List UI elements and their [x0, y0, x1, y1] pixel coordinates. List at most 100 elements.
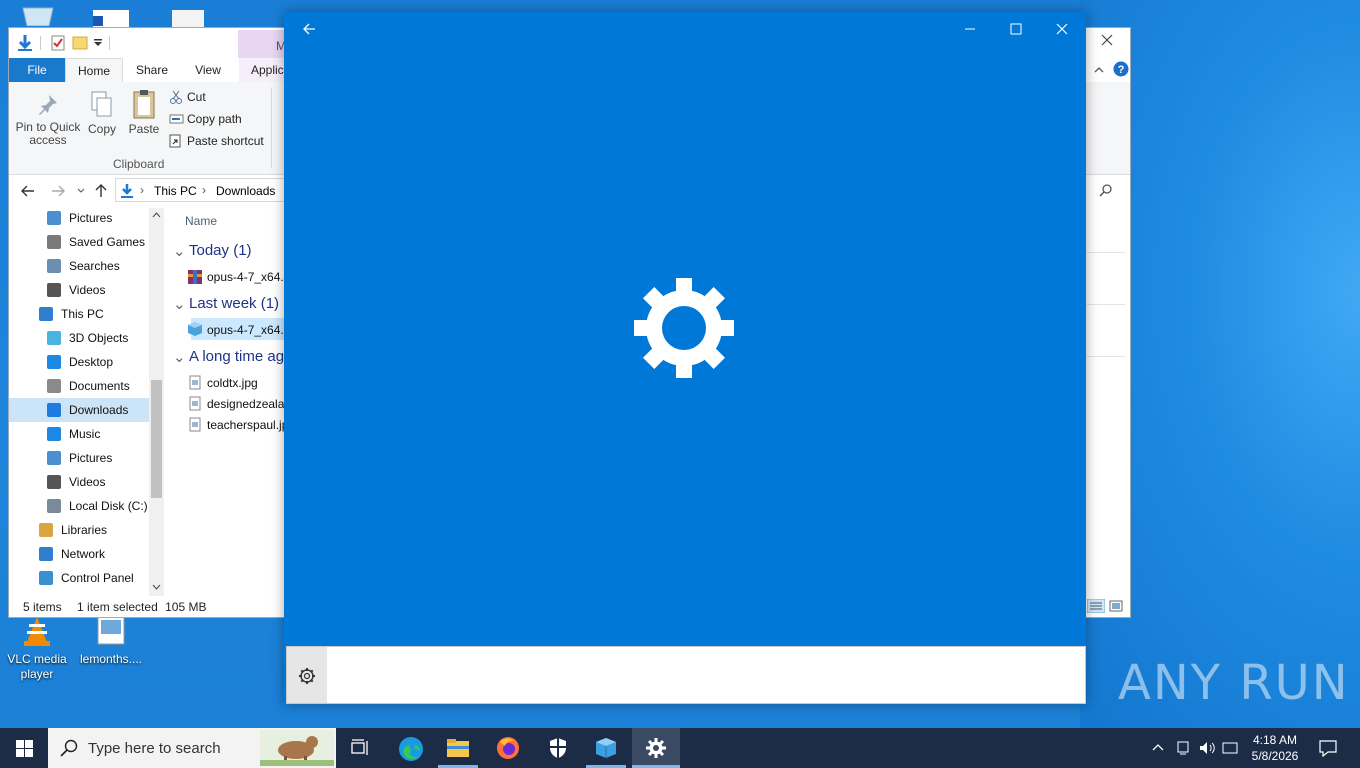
sidebar-item[interactable]: Desktop — [9, 350, 149, 374]
image-file-icon — [189, 375, 201, 390]
folder-icon — [47, 427, 61, 441]
desktop-icon-doc2[interactable] — [168, 8, 208, 28]
nav-scrollbar[interactable] — [149, 208, 164, 596]
desktop-icon-recycle[interactable] — [16, 2, 60, 27]
list-item[interactable]: designedzealand.jpg — [189, 396, 285, 411]
maximize-icon[interactable] — [1010, 23, 1022, 35]
task-view-button[interactable] — [336, 728, 384, 768]
list-item[interactable]: teacherspaul.jpg — [189, 417, 285, 432]
sidebar-item-label: Videos — [69, 283, 106, 297]
sidebar-item-label: Searches — [69, 259, 120, 273]
search-icon[interactable] — [1099, 183, 1113, 197]
column-header-name[interactable]: Name — [185, 214, 217, 228]
network-icon[interactable] — [1176, 740, 1190, 756]
desktop-icon-file[interactable]: lemonths.... — [76, 614, 146, 667]
sidebar-item-label: Desktop — [69, 355, 114, 369]
sidebar-item[interactable]: Control Panel — [9, 566, 149, 590]
sidebar-item[interactable]: Videos — [9, 278, 149, 302]
message-icon[interactable] — [1222, 740, 1238, 756]
taskbar-installer[interactable] — [582, 728, 630, 768]
settings-app-tile[interactable] — [287, 647, 327, 703]
desktop-icon-vlc[interactable]: VLC media player — [2, 614, 72, 682]
sidebar-item[interactable]: Videos — [9, 470, 149, 494]
paste-button[interactable]: Paste — [127, 88, 161, 136]
tab-application-tools[interactable]: Applic — [239, 58, 289, 82]
taskbar-search-box[interactable]: Type here to search — [48, 728, 336, 768]
collapse-ribbon-icon[interactable] — [1093, 64, 1105, 76]
sidebar-item[interactable]: Documents — [9, 374, 149, 398]
sidebar-item[interactable]: Network — [9, 542, 149, 566]
sidebar-item-label: Saved Games — [69, 235, 146, 249]
pin-quick-access-button[interactable]: Pin to Quick access — [15, 92, 81, 147]
details-view-icon[interactable] — [1087, 599, 1105, 613]
chevron-up-icon[interactable] — [1152, 743, 1164, 751]
sidebar-item[interactable]: Pictures — [9, 206, 149, 230]
tab-home[interactable]: Home — [65, 58, 123, 83]
properties-icon[interactable] — [51, 35, 65, 51]
taskbar-security[interactable] — [534, 728, 582, 768]
download-arrow-icon[interactable] — [17, 34, 33, 52]
sidebar-item[interactable]: Local Disk (C:) — [9, 494, 149, 518]
paste-shortcut-button[interactable]: Paste shortcut — [169, 134, 264, 148]
sidebar-item[interactable]: 3D Objects — [9, 326, 149, 350]
taskbar-settings[interactable] — [632, 728, 680, 768]
start-button[interactable] — [0, 728, 48, 768]
minimize-icon[interactable] — [964, 23, 976, 35]
sidebar-item[interactable]: Saved Games — [9, 230, 149, 254]
status-item-count: 5 items — [23, 600, 62, 614]
sidebar-item[interactable]: Downloads — [9, 398, 149, 422]
list-item[interactable]: coldtx.jpg — [189, 375, 258, 390]
taskbar-firefox[interactable] — [484, 728, 532, 768]
scroll-up-icon[interactable] — [152, 212, 161, 218]
folder-icon — [47, 331, 61, 345]
back-arrow-icon[interactable] — [21, 185, 35, 197]
status-bar: 5 items 1 item selected 105 MB — [23, 600, 206, 614]
clock[interactable]: 4:18 AM 5/8/2026 — [1246, 732, 1304, 764]
tab-view[interactable]: View — [181, 58, 235, 82]
forward-arrow-icon[interactable] — [51, 185, 65, 197]
svg-text:?: ? — [1118, 64, 1125, 76]
up-arrow-icon[interactable] — [95, 184, 107, 198]
close-icon[interactable] — [1056, 23, 1068, 35]
tab-file[interactable]: File — [9, 58, 65, 82]
sidebar-item[interactable]: Music — [9, 422, 149, 446]
folder-icon — [47, 451, 61, 465]
scrollbar-thumb[interactable] — [151, 380, 162, 498]
copy-path-button[interactable]: Copy path — [169, 112, 242, 126]
scroll-down-icon[interactable] — [152, 584, 161, 590]
volume-icon[interactable] — [1198, 740, 1216, 756]
cut-button[interactable]: Cut — [170, 90, 206, 104]
tab-share[interactable]: Share — [125, 58, 179, 82]
sidebar-item[interactable]: Searches — [9, 254, 149, 278]
breadcrumb-this-pc[interactable]: This PC — [154, 184, 197, 198]
customize-qat-icon[interactable] — [93, 38, 103, 48]
back-arrow-icon[interactable] — [302, 22, 316, 36]
close-icon[interactable] — [1101, 34, 1113, 46]
notifications-icon[interactable] — [1319, 740, 1337, 757]
help-icon[interactable]: ? — [1113, 61, 1129, 77]
package-icon — [596, 738, 616, 758]
taskbar: Type here to search 4:18 AM 5/8/2026 — [0, 728, 1360, 768]
desktop-icon-doc[interactable] — [90, 8, 130, 28]
new-folder-icon[interactable] — [72, 35, 88, 50]
breadcrumb-downloads[interactable]: Downloads — [216, 184, 275, 198]
taskbar-file-explorer[interactable] — [434, 728, 482, 768]
folder-icon — [39, 547, 53, 561]
folder-icon — [47, 499, 61, 513]
list-item[interactable]: opus-4-7_x64.exe — [188, 322, 285, 337]
sidebar-item[interactable]: Libraries — [9, 518, 149, 542]
copy-label: Copy — [87, 122, 116, 136]
large-icons-view-icon[interactable] — [1109, 600, 1123, 612]
group-last-week[interactable]: ⌄ Last week (1) — [173, 295, 279, 313]
group-today[interactable]: ⌄ Today (1) — [173, 242, 252, 260]
taskbar-edge[interactable] — [386, 728, 434, 768]
group-long-ago[interactable]: ⌄ A long time ago — [173, 348, 285, 366]
recent-locations-icon[interactable] — [77, 188, 85, 194]
pin-label-2: access — [29, 133, 67, 147]
list-item[interactable]: opus-4-7_x64.7z — [188, 270, 285, 284]
copy-button[interactable]: Copy — [85, 90, 119, 136]
sidebar-item[interactable]: This PC — [9, 302, 149, 326]
sidebar-item-label: Downloads — [69, 403, 129, 417]
sidebar-item[interactable]: Pictures — [9, 446, 149, 470]
edge-icon — [399, 737, 423, 761]
